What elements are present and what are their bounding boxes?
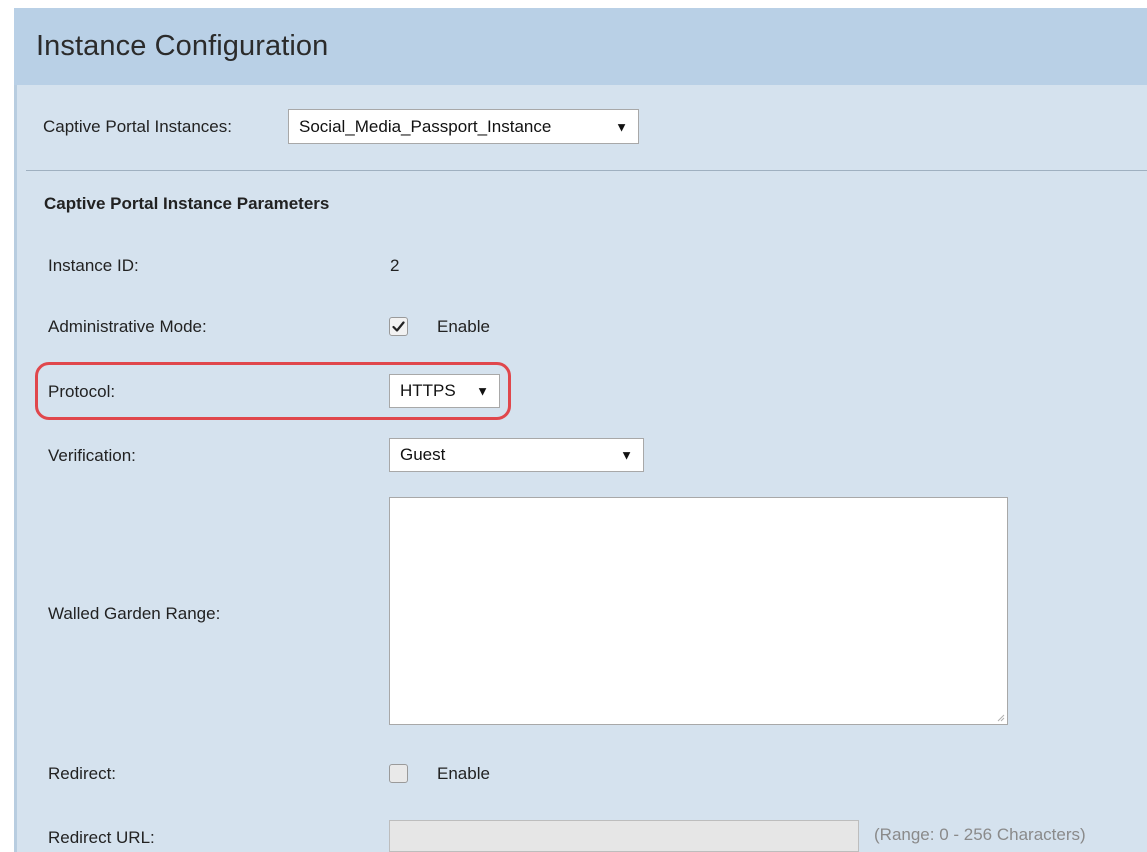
verification-selected-value: Guest [400, 445, 446, 464]
instances-select[interactable]: Social_Media_Passport_Instance ▼ [288, 109, 639, 144]
chevron-down-icon: ▼ [620, 447, 633, 463]
instance-id-label: Instance ID: [48, 256, 139, 275]
instance-id-value: 2 [390, 256, 400, 275]
protocol-highlight-outline [35, 362, 511, 420]
verification-select[interactable]: Guest ▼ [389, 438, 644, 472]
redirect-url-input[interactable] [389, 820, 859, 852]
redirect-checkbox[interactable] [389, 764, 408, 783]
verification-label: Verification: [48, 446, 136, 465]
redirect-url-hint: (Range: 0 - 256 Characters) [874, 825, 1086, 844]
admin-mode-label: Administrative Mode: [48, 317, 207, 336]
redirect-label: Redirect: [48, 764, 117, 783]
admin-mode-checkbox[interactable] [389, 317, 408, 336]
redirect-url-label: Redirect URL: [48, 828, 155, 847]
chevron-down-icon: ▼ [615, 119, 628, 134]
walled-garden-label: Walled Garden Range: [48, 604, 221, 623]
page-title: Instance Configuration [36, 30, 329, 62]
admin-mode-enable-label: Enable [437, 317, 490, 336]
page-header: Instance Configuration [14, 8, 1147, 85]
instances-selected-value: Social_Media_Passport_Instance [299, 116, 552, 136]
walled-garden-textarea[interactable] [389, 497, 1008, 725]
section-heading: Captive Portal Instance Parameters [44, 194, 330, 213]
app-window: Instance Configuration Captive Portal In… [0, 0, 1147, 852]
redirect-enable-label: Enable [437, 764, 490, 783]
resize-grip-icon[interactable] [995, 712, 1005, 722]
instances-label: Captive Portal Instances: [43, 117, 232, 136]
section-divider [26, 170, 1147, 171]
checkmark-icon [392, 321, 405, 332]
